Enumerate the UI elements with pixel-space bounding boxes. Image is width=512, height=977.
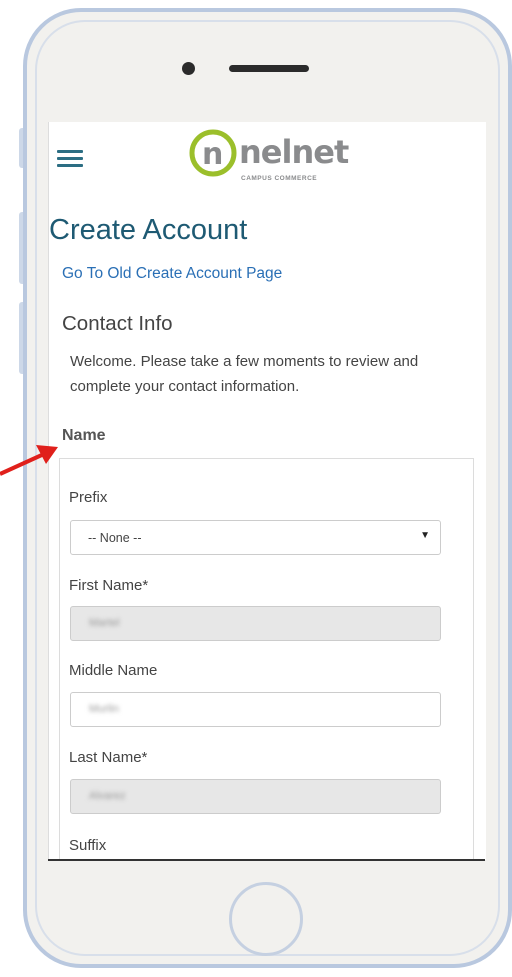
screen-bottom-edge (48, 859, 485, 861)
middle-name-value: Murlin (89, 703, 119, 715)
middle-name-field[interactable]: Murlin (70, 692, 441, 727)
first-name-label: First Name* (69, 577, 149, 594)
caret-down-icon: ▼ (420, 530, 430, 541)
red-arrow-pointer-icon (0, 445, 58, 476)
svg-text:n: n (202, 137, 223, 172)
prefix-label: Prefix (69, 489, 108, 506)
nelnet-logo: n nelnet CAMPUS COMMERCE (189, 125, 359, 185)
last-name-field[interactable]: Alvarez (70, 779, 441, 814)
phone-screen: n nelnet CAMPUS COMMERCE Create Account … (48, 122, 486, 860)
prefix-selected-value: -- None -- (88, 531, 142, 545)
home-button[interactable] (229, 882, 303, 956)
last-name-label: Last Name* (69, 749, 148, 766)
prefix-select[interactable]: -- None -- ▼ (70, 520, 441, 555)
first-name-field[interactable]: Martel (70, 606, 441, 641)
first-name-value: Martel (89, 617, 120, 629)
hamburger-menu-icon[interactable] (57, 150, 83, 168)
old-create-account-link[interactable]: Go To Old Create Account Page (62, 265, 282, 283)
contact-info-heading: Contact Info (62, 312, 173, 335)
name-section-heading: Name (62, 427, 106, 444)
last-name-value: Alvarez (89, 790, 126, 802)
speaker-grille (229, 65, 309, 72)
name-panel: Prefix -- None -- ▼ First Name* Martel M… (59, 458, 474, 860)
logo-wordmark: nelnet (239, 133, 349, 171)
middle-name-label: Middle Name (69, 662, 158, 679)
nelnet-logo-mark-icon: n (189, 129, 237, 177)
suffix-label: Suffix (69, 837, 107, 854)
welcome-text: Welcome. Please take a few moments to re… (70, 353, 419, 395)
camera-icon (182, 62, 195, 75)
page-title: Create Account (49, 214, 248, 246)
logo-tagline: CAMPUS COMMERCE (241, 175, 318, 182)
